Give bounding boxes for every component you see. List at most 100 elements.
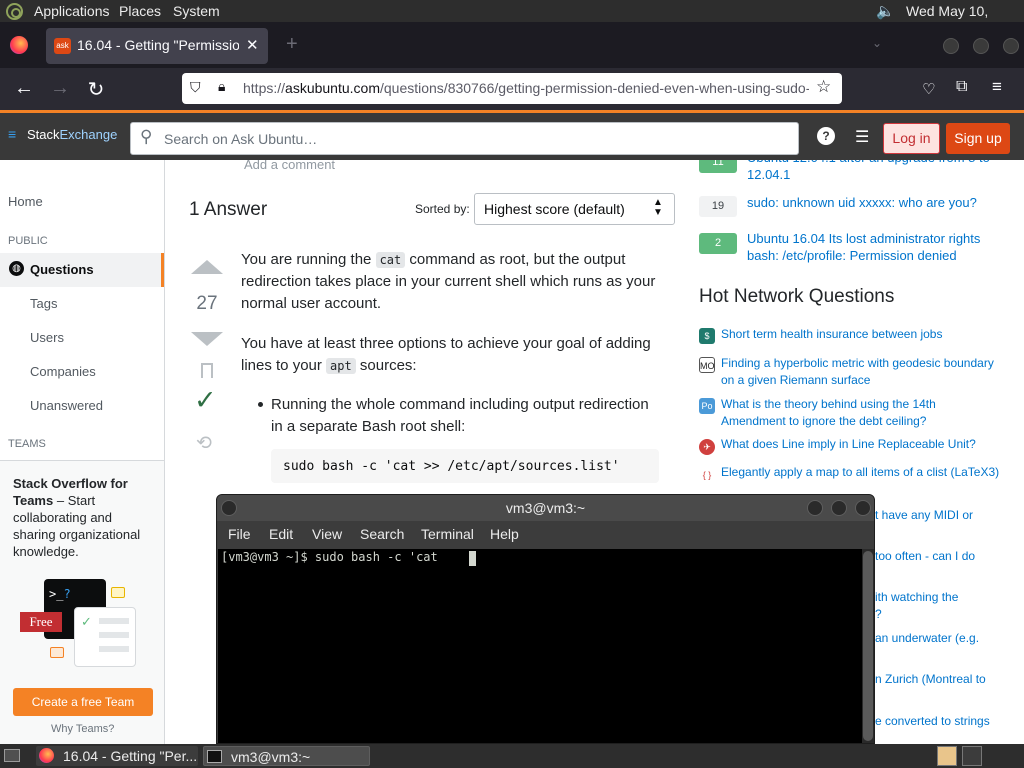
history-icon[interactable]: ⟲ (196, 432, 212, 455)
close-window-icon[interactable] (1003, 38, 1019, 54)
answer-paragraph-1: You are running the cat command as root,… (241, 251, 656, 312)
code-block: sudo bash -c 'cat >> /etc/apt/sources.li… (271, 449, 659, 483)
money-icon: $ (699, 328, 715, 344)
search-input[interactable]: ⚲ Search on Ask Ubuntu… (130, 122, 799, 155)
downvote-icon[interactable] (191, 332, 223, 346)
bookmark-icon[interactable] (201, 363, 213, 378)
nav-home[interactable]: Home (8, 194, 43, 209)
lock-icon[interactable]: 🔒︎ (218, 78, 225, 95)
stackexchange-logo-icon[interactable]: ≡ (8, 126, 16, 142)
volume-icon[interactable]: 🔈 (876, 2, 895, 20)
menu-view[interactable]: View (312, 526, 342, 542)
hot-network-question[interactable]: Finding a hyperbolic metric with geodesi… (721, 355, 1001, 389)
window-menu-icon[interactable] (221, 500, 237, 516)
shield-icon[interactable]: ⛉ (190, 79, 201, 96)
sort-select[interactable]: Highest score (default) ▲ ▼ (474, 193, 675, 225)
menu-terminal[interactable]: Terminal (421, 526, 474, 542)
url-bar[interactable]: ⛉ 🔒︎ https://askubuntu.com/questions/830… (182, 73, 842, 104)
reload-icon[interactable]: ↻ (82, 77, 110, 102)
distro-logo-icon[interactable] (6, 3, 23, 20)
terminal-titlebar[interactable]: vm3@vm3:~ (217, 495, 874, 521)
menu-search[interactable]: Search (360, 526, 404, 542)
bookmark-star-icon[interactable]: ☆ (816, 77, 831, 97)
top-panel: Applications Places System 🔈 Wed May 10,… (0, 0, 1024, 35)
hot-network-question[interactable]: n Zurich (Montreal to (875, 671, 1015, 688)
hot-network-question[interactable]: ith watching the (875, 589, 1015, 606)
accepted-check-icon: ✓ (194, 385, 217, 415)
free-badge: Free (20, 612, 62, 632)
scrollbar-thumb[interactable] (863, 551, 873, 741)
login-button[interactable]: Log in (883, 123, 940, 154)
related-score: 19 (699, 196, 737, 217)
nav-questions-active[interactable]: ◍ Questions (0, 253, 164, 287)
taskbar-terminal-label: vm3@vm3:~ (231, 749, 311, 765)
signup-button[interactable]: Sign up (946, 123, 1010, 154)
hot-network-question[interactable]: Short term health insurance between jobs (721, 326, 1001, 343)
related-question[interactable]: Ubuntu 16.04 Its lost administrator righ… (747, 230, 997, 264)
hot-network-question[interactable]: What is the theory behind using the 14th… (721, 396, 1001, 430)
pocket-icon[interactable]: ♡ (922, 80, 935, 98)
hot-network-question[interactable]: Elegantly apply a map to all items of a … (721, 464, 1001, 481)
hot-network-question[interactable]: too often - can I do (875, 548, 1015, 565)
new-tab-icon[interactable]: + (286, 33, 298, 56)
politics-icon: Po (699, 398, 715, 414)
forward-icon[interactable]: → (46, 77, 74, 100)
menu-help[interactable]: Help (490, 526, 519, 542)
firefox-menu-icon[interactable] (10, 36, 28, 54)
show-desktop-icon[interactable] (4, 749, 20, 762)
bottom-taskbar: 16.04 - Getting "Per... vm3@vm3:~ (0, 744, 1024, 768)
askubuntu-favicon-icon: ask (54, 38, 71, 54)
hot-network-question[interactable]: an underwater (e.g. (875, 630, 1015, 647)
prompt-line: [vm3@vm3 ~]$ sudo bash -c 'cat (221, 550, 445, 564)
back-icon[interactable]: ← (10, 77, 38, 100)
maximize-icon[interactable] (831, 500, 847, 516)
system-menu[interactable]: System (173, 3, 220, 19)
close-icon[interactable] (855, 500, 871, 516)
places-menu[interactable]: Places (119, 3, 161, 19)
terminal-output[interactable]: [vm3@vm3 ~]$ sudo bash -c 'cat (218, 549, 862, 743)
site-switcher-icon[interactable]: ☰ (855, 127, 869, 147)
app-menu-icon[interactable]: ≡ (992, 77, 1002, 97)
list-tabs-icon[interactable]: ⌄ (872, 36, 882, 50)
globe-icon: ◍ (9, 261, 24, 276)
upvote-icon[interactable] (191, 260, 223, 274)
nav-users[interactable]: Users (30, 330, 64, 345)
hot-network-question[interactable]: t have any MIDI or (875, 507, 1015, 524)
applications-menu[interactable]: Applications (34, 3, 110, 19)
menu-edit[interactable]: Edit (269, 526, 293, 542)
minimize-window-icon[interactable] (943, 38, 959, 54)
terminal-title: vm3@vm3:~ (505, 500, 586, 516)
search-icon: ⚲ (140, 127, 153, 146)
taskbar-terminal[interactable]: vm3@vm3:~ (203, 746, 370, 766)
hot-network-heading: Hot Network Questions (699, 286, 895, 307)
terminal-scrollbar[interactable] (862, 549, 874, 743)
url-text[interactable]: https://askubuntu.com/questions/830766/g… (243, 80, 809, 96)
close-tab-icon[interactable]: ✕ (246, 36, 259, 54)
workspace-switcher-icon[interactable] (962, 746, 982, 766)
menu-file[interactable]: File (228, 526, 251, 542)
help-icon[interactable]: ? (817, 127, 835, 145)
hot-network-question[interactable]: e converted to strings (875, 713, 1015, 730)
hot-network-question[interactable]: What does Line imply in Line Replaceable… (721, 436, 1001, 453)
nav-teams-heading: TEAMS (8, 438, 46, 450)
hot-network-question[interactable]: ? (875, 606, 1015, 623)
taskbar-firefox[interactable]: 16.04 - Getting "Per... (36, 746, 198, 766)
extensions-icon[interactable]: ⧉ (956, 78, 967, 96)
aviation-icon: ✈ (699, 439, 715, 455)
nav-questions: Questions (30, 262, 94, 277)
create-team-button[interactable]: Create a free Team (13, 688, 153, 716)
code-line: sudo bash -c 'cat >> /etc/apt/sources.li… (283, 459, 620, 474)
nav-companies[interactable]: Companies (30, 364, 96, 379)
site-brand[interactable]: StackExchange (27, 127, 117, 142)
active-tab[interactable]: ask 16.04 - Getting "Permission ✕ (46, 28, 268, 64)
terminal-window[interactable]: vm3@vm3:~ File Edit View Search Terminal… (216, 494, 875, 744)
nav-tags[interactable]: Tags (30, 296, 57, 311)
site-header: ≡ StackExchange ⚲ Search on Ask Ubuntu… … (0, 110, 1024, 160)
nav-unanswered[interactable]: Unanswered (30, 398, 103, 413)
workspace-switcher-icon[interactable] (937, 746, 957, 766)
related-question[interactable]: sudo: unknown uid xxxxx: who are you? (747, 194, 997, 211)
sort-arrows-icon: ▲ ▼ (653, 197, 663, 218)
maximize-window-icon[interactable] (973, 38, 989, 54)
why-teams-link[interactable]: Why Teams? (51, 723, 114, 735)
minimize-icon[interactable] (807, 500, 823, 516)
